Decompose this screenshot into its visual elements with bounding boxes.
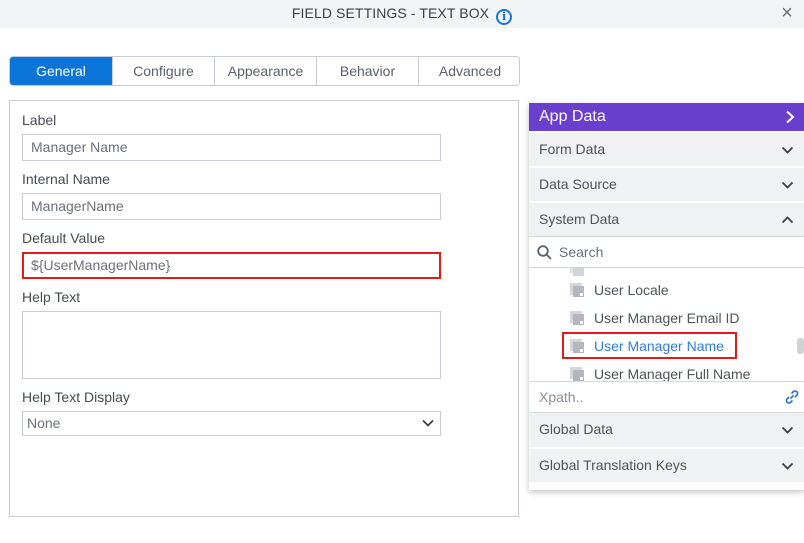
chevron-down-icon: [422, 419, 434, 427]
section-global-translation-keys[interactable]: Global Translation Keys: [529, 447, 804, 482]
label-input[interactable]: Manager Name: [22, 134, 441, 161]
info-icon[interactable]: i: [496, 9, 513, 25]
internal-name-caption: Internal Name: [22, 171, 110, 187]
default-value-input[interactable]: ${UserManagerName}: [22, 252, 441, 279]
tab-behavior[interactable]: Behavior: [317, 57, 419, 85]
tab-general[interactable]: General: [10, 57, 113, 85]
general-panel: Label Manager Name Internal Name Manager…: [9, 100, 519, 517]
system-data-tree: User Locale User Manager Email ID User M…: [529, 268, 804, 381]
field-icon: [570, 311, 584, 325]
tab-appearance[interactable]: Appearance: [215, 57, 317, 85]
tree-item[interactable]: User Manager Email ID: [570, 307, 740, 329]
internal-name-input[interactable]: ManagerName: [22, 193, 441, 220]
help-text-caption: Help Text: [22, 289, 81, 305]
help-text-textarea[interactable]: [22, 311, 441, 379]
default-value-caption: Default Value: [22, 230, 106, 246]
section-form-data[interactable]: Form Data: [529, 131, 804, 166]
link-icon[interactable]: [784, 389, 800, 405]
xpath-field[interactable]: Xpath..: [529, 381, 804, 412]
chevron-down-icon: [781, 462, 794, 470]
system-data-search[interactable]: Search: [529, 236, 804, 268]
selected-item-highlight: [562, 332, 737, 359]
section-label: Form Data: [539, 141, 606, 157]
chevron-down-icon: [781, 426, 794, 434]
field-icon: [570, 268, 584, 276]
help-text-display-select[interactable]: None: [22, 411, 441, 436]
search-icon: [537, 245, 552, 260]
section-label: Global Translation Keys: [539, 457, 687, 473]
section-data-source[interactable]: Data Source: [529, 166, 804, 201]
tree-item-label: User Manager Email ID: [594, 310, 740, 326]
section-label: System Data: [539, 211, 620, 227]
tree-scrollbar[interactable]: [797, 338, 804, 354]
dialog-titlebar: FIELD SETTINGS - TEXT BOX i ×: [0, 0, 804, 28]
close-icon[interactable]: ×: [778, 3, 796, 23]
chevron-down-icon: [781, 181, 794, 189]
app-data-header[interactable]: App Data: [529, 103, 804, 131]
tree-item[interactable]: User Locale: [570, 279, 669, 301]
app-data-title: App Data: [539, 108, 606, 125]
section-system-data[interactable]: System Data: [529, 201, 804, 236]
dialog-title: FIELD SETTINGS - TEXT BOX: [291, 5, 490, 21]
field-icon: [570, 283, 584, 297]
settings-tabs: General Configure Appearance Behavior Ad…: [9, 56, 520, 86]
field-icon: [570, 367, 584, 381]
chevron-down-icon: [781, 146, 794, 154]
search-input[interactable]: Search: [559, 244, 603, 260]
dialog-title-wrap: FIELD SETTINGS - TEXT BOX i: [0, 5, 804, 25]
label-caption: Label: [22, 112, 57, 128]
tab-configure[interactable]: Configure: [113, 57, 215, 85]
app-data-panel: App Data Form Data Data Source System Da…: [529, 103, 804, 490]
tab-advanced[interactable]: Advanced: [419, 57, 519, 85]
help-text-display-caption: Help Text Display: [22, 389, 130, 405]
section-label: Data Source: [539, 176, 617, 192]
chevron-right-icon[interactable]: [784, 110, 796, 124]
tree-item-label: User Locale: [594, 282, 669, 298]
tree-item-label: User Manager Full Name: [594, 366, 751, 381]
section-label: Global Data: [539, 421, 613, 437]
chevron-up-icon: [781, 216, 794, 224]
section-global-data[interactable]: Global Data: [529, 412, 804, 447]
help-text-display-value: None: [27, 415, 61, 431]
tree-item[interactable]: User Manager Full Name: [570, 363, 750, 381]
xpath-input[interactable]: Xpath..: [539, 389, 583, 405]
